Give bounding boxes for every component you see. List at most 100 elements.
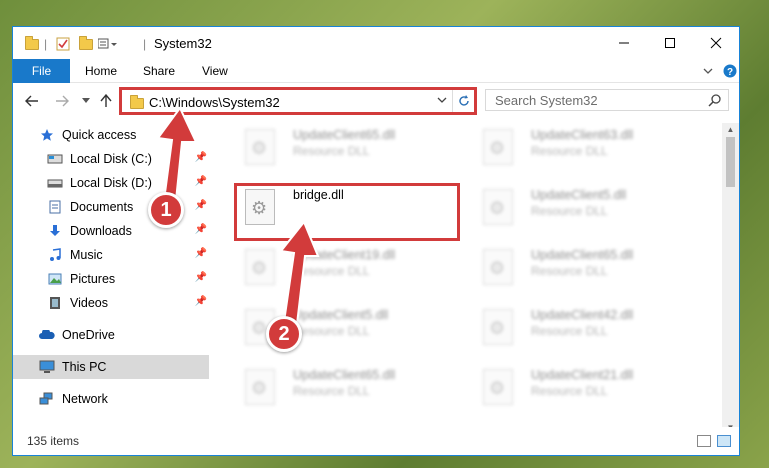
search-icon[interactable] (708, 93, 722, 110)
navigation-bar: C:\Windows\System32 Search System32 (13, 84, 739, 118)
network-icon (39, 392, 55, 406)
list-item[interactable]: UpdateClient21.dll Resource DLL (471, 363, 701, 411)
help-icon[interactable]: ? (723, 59, 737, 83)
pin-icon[interactable]: 📌 (195, 224, 207, 235)
dll-file-icon (483, 129, 513, 165)
forward-button[interactable] (53, 92, 71, 110)
properties-icon[interactable] (56, 36, 70, 52)
address-bar[interactable]: C:\Windows\System32 (119, 87, 477, 115)
computer-icon (39, 360, 55, 374)
sidebar-item-local-disk-d[interactable]: Local Disk (D:) 📌 (13, 171, 209, 195)
list-item[interactable]: UpdateClient65.dll Resource DLL (471, 243, 701, 291)
sidebar-item-downloads[interactable]: Downloads 📌 (13, 219, 209, 243)
drive-icon (47, 152, 63, 166)
sidebar-item-local-disk-c[interactable]: Local Disk (C:) 📌 (13, 147, 209, 171)
dll-file-icon (245, 249, 275, 285)
pin-icon[interactable]: 📌 (195, 296, 207, 307)
separator: | (44, 37, 48, 51)
documents-icon (47, 200, 63, 214)
address-path[interactable]: C:\Windows\System32 (149, 95, 280, 110)
music-icon (47, 248, 63, 262)
scrollbar-thumb[interactable] (726, 137, 735, 187)
up-button[interactable] (97, 92, 115, 110)
refresh-button[interactable] (452, 90, 474, 112)
sidebar-item-label: Local Disk (D:) (70, 176, 152, 190)
minimize-button[interactable] (601, 27, 647, 59)
sidebar-item-label: OneDrive (62, 328, 115, 342)
scroll-up-icon[interactable]: ▲ (722, 123, 739, 135)
dll-file-icon (483, 309, 513, 345)
recent-locations-button[interactable] (77, 92, 95, 110)
sidebar-item-label: Videos (70, 296, 108, 310)
separator: | (143, 37, 147, 51)
svg-text:?: ? (727, 67, 733, 78)
sidebar-item-videos[interactable]: Videos 📌 (13, 291, 209, 315)
vertical-scrollbar[interactable]: ▲ ▼ (722, 123, 739, 433)
sidebar-item-this-pc[interactable]: This PC (13, 355, 209, 379)
pin-icon[interactable]: 📌 (195, 248, 207, 259)
sidebar-item-label: Pictures (70, 272, 116, 286)
step-1-badge: 1 (148, 192, 184, 228)
item-count: 135 items (27, 434, 80, 448)
dll-file-icon (245, 369, 275, 405)
list-item[interactable]: UpdateClient42.dll Resource DLL (471, 303, 701, 351)
cloud-icon (39, 328, 55, 342)
window-title: System32 (154, 36, 212, 51)
tab-home[interactable]: Home (85, 59, 117, 83)
download-icon (47, 224, 63, 238)
bridge-dll-highlight (234, 183, 460, 241)
list-item[interactable]: UpdateClient19.dll Resource DLL (233, 243, 463, 291)
file-explorer-window: | | System32 File Home Share View ? C:\W… (12, 26, 740, 456)
sidebar-item-label: Local Disk (C:) (70, 152, 152, 166)
pin-icon[interactable]: 📌 (195, 152, 207, 163)
list-item[interactable]: UpdateClient5.dll Resource DLL (471, 183, 701, 231)
sidebar-item-music[interactable]: Music 📌 (13, 243, 209, 267)
details-view-icon[interactable] (697, 435, 711, 447)
folder-icon (130, 95, 144, 109)
sidebar-item-pictures[interactable]: Pictures 📌 (13, 267, 209, 291)
maximize-button[interactable] (647, 27, 693, 59)
sidebar-item-onedrive[interactable]: OneDrive (13, 323, 209, 347)
ribbon-tabs: File Home Share View ? (13, 59, 739, 83)
dll-file-icon (245, 129, 275, 165)
list-item[interactable]: UpdateClient65.dll Resource DLL (233, 363, 463, 411)
dll-file-icon (483, 189, 513, 225)
sidebar-item-label: Music (70, 248, 103, 262)
chevron-down-icon[interactable] (437, 93, 447, 110)
large-icons-view-icon[interactable] (717, 435, 731, 447)
list-item[interactable]: UpdateClient63.dll Resource DLL (471, 123, 701, 171)
sidebar-item-label: Downloads (70, 224, 132, 238)
tab-share[interactable]: Share (143, 59, 175, 83)
sidebar-item-label: This PC (62, 360, 107, 374)
close-button[interactable] (693, 27, 739, 59)
title-bar: | | System32 (13, 27, 739, 59)
search-input[interactable]: Search System32 (495, 93, 598, 108)
step-2-badge: 2 (266, 316, 302, 352)
expand-ribbon-icon[interactable] (703, 59, 713, 83)
sidebar-item-label: Quick access (62, 128, 137, 142)
file-list: UpdateClient65.dll Resource DLL bridge.d… (223, 123, 725, 428)
list-item[interactable]: UpdateClient65.dll Resource DLL (233, 123, 463, 171)
drive-icon (47, 176, 63, 190)
search-box[interactable]: Search System32 (485, 89, 729, 111)
navigation-pane: Quick access Local Disk (C:) 📌 Local Dis… (13, 123, 209, 423)
new-folder-icon[interactable] (79, 35, 93, 52)
pin-icon[interactable]: 📌 (195, 200, 207, 211)
tab-file[interactable]: File (13, 59, 70, 83)
sidebar-item-network[interactable]: Network (13, 387, 209, 411)
videos-icon (47, 296, 63, 310)
pictures-icon (47, 272, 63, 286)
sidebar-item-label: Documents (70, 200, 134, 214)
dll-file-icon (483, 369, 513, 405)
app-folder-icon (25, 35, 39, 52)
sidebar-item-quick-access[interactable]: Quick access (13, 123, 209, 147)
back-button[interactable] (23, 92, 41, 110)
sidebar-item-label: Network (62, 392, 108, 406)
tab-view[interactable]: View (202, 59, 228, 83)
pin-icon[interactable]: 📌 (195, 272, 207, 283)
customize-toolbar-icon[interactable] (98, 36, 118, 52)
dll-file-icon (483, 249, 513, 285)
pin-icon[interactable]: 📌 (195, 176, 207, 187)
status-bar: 135 items (13, 427, 739, 455)
star-icon (39, 128, 55, 142)
